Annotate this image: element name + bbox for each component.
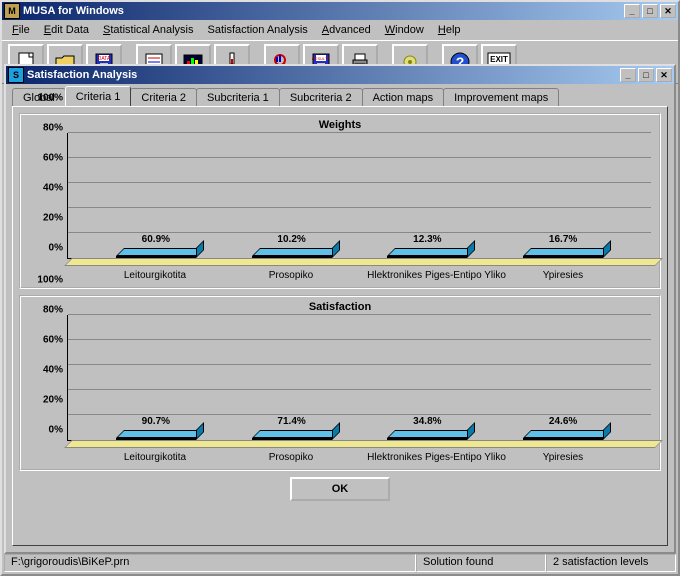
app-icon: M	[4, 3, 20, 19]
status-levels: 2 satisfaction levels	[546, 554, 676, 572]
tab-subcriteria-2[interactable]: Subcriteria 2	[279, 88, 363, 106]
satisfaction-y-axis: 0% 20% 40% 60% 80% 100%	[29, 315, 67, 465]
child-icon: S	[8, 67, 24, 83]
child-titlebar: S Satisfaction Analysis _ □ ✕	[6, 66, 674, 84]
ok-button[interactable]: OK	[290, 477, 390, 501]
x-axis-label: Leitourgikotita	[95, 270, 215, 281]
weights-y-axis: 0% 20% 40% 60% 80% 100%	[29, 133, 67, 283]
svg-text:EXIT: EXIT	[490, 55, 508, 64]
menubar: File Edit Data Statistical Analysis Sati…	[2, 20, 678, 40]
menu-window[interactable]: Window	[379, 22, 430, 38]
status-solution: Solution found	[416, 554, 546, 572]
svg-text:DATA: DATA	[98, 56, 111, 62]
bar-value-label: 10.2%	[277, 234, 305, 245]
menu-file[interactable]: File	[6, 22, 36, 38]
x-axis-label: Leitourgikotita	[95, 452, 215, 463]
bar-value-label: 90.7%	[142, 416, 170, 427]
bar: 90.7%	[96, 438, 215, 440]
child-maximize-button[interactable]: □	[638, 68, 654, 82]
weights-plot: 60.9% 10.2% 12.3% 16.7%	[67, 133, 651, 259]
x-axis-label: Prosopiko	[231, 270, 351, 281]
weights-chart-title: Weights	[29, 119, 651, 131]
tab-subcriteria-1[interactable]: Subcriteria 1	[196, 88, 280, 106]
bar-value-label: 71.4%	[277, 416, 305, 427]
window-title: MUSA for Windows	[23, 5, 124, 17]
satisfaction-chart: Satisfaction 0% 20% 40% 60% 80% 100%	[19, 295, 661, 471]
statusbar: F:\grigoroudis\BiKeP.prn Solution found …	[4, 554, 676, 572]
tab-criteria-1[interactable]: Criteria 1	[65, 86, 132, 106]
child-window: S Satisfaction Analysis _ □ ✕ Global Cri…	[4, 64, 676, 554]
menu-edit-data[interactable]: Edit Data	[38, 22, 95, 38]
status-path: F:\grigoroudis\BiKeP.prn	[4, 554, 416, 572]
tab-improvement-maps[interactable]: Improvement maps	[443, 88, 559, 106]
satisfaction-chart-title: Satisfaction	[29, 301, 651, 313]
menu-satisfaction-analysis[interactable]: Satisfaction Analysis	[202, 22, 314, 38]
x-axis-label: Ypiresies	[503, 452, 623, 463]
child-title: Satisfaction Analysis	[27, 69, 137, 81]
bar-value-label: 24.6%	[549, 416, 577, 427]
bar-value-label: 12.3%	[413, 234, 441, 245]
bar: 16.7%	[503, 256, 622, 258]
x-axis-label: Ypiresies	[503, 270, 623, 281]
svg-text:RESULTS: RESULTS	[312, 56, 330, 61]
x-axis-label: Prosopiko	[231, 452, 351, 463]
menu-advanced[interactable]: Advanced	[316, 22, 377, 38]
bar-value-label: 60.9%	[142, 234, 170, 245]
close-button[interactable]: ✕	[660, 4, 676, 18]
titlebar: M MUSA for Windows _ □ ✕	[2, 2, 678, 20]
child-minimize-button[interactable]: _	[620, 68, 636, 82]
bar: 71.4%	[232, 438, 351, 440]
satisfaction-plot: 90.7% 71.4% 34.8% 24.6%	[67, 315, 651, 441]
weights-x-labels: Leitourgikotita Prosopiko Hlektronikes Pig…	[67, 270, 651, 281]
bar: 12.3%	[368, 256, 487, 258]
weights-chart: Weights 0% 20% 40% 60% 80% 100%	[19, 113, 661, 289]
bar: 10.2%	[232, 256, 351, 258]
bar: 34.8%	[368, 438, 487, 440]
menu-statistical-analysis[interactable]: Statistical Analysis	[97, 22, 200, 38]
mdi-area: S Satisfaction Analysis _ □ ✕ Global Cri…	[4, 64, 676, 554]
maximize-button[interactable]: □	[642, 4, 658, 18]
tab-content: Weights 0% 20% 40% 60% 80% 100%	[12, 106, 668, 546]
child-close-button[interactable]: ✕	[656, 68, 672, 82]
bar: 60.9%	[96, 256, 215, 258]
tab-bar: Global Criteria 1 Criteria 2 Subcriteria…	[12, 88, 668, 106]
menu-help[interactable]: Help	[432, 22, 467, 38]
bar-value-label: 34.8%	[413, 416, 441, 427]
x-axis-label: Hlektronikes Piges-Entipo Yliko	[367, 452, 487, 463]
tab-action-maps[interactable]: Action maps	[362, 88, 445, 106]
minimize-button[interactable]: _	[624, 4, 640, 18]
bar: 24.6%	[503, 438, 622, 440]
main-window: M MUSA for Windows _ □ ✕ File Edit Data …	[0, 0, 680, 576]
x-axis-label: Hlektronikes Piges-Entipo Yliko	[367, 270, 487, 281]
bar-value-label: 16.7%	[549, 234, 577, 245]
satisfaction-x-labels: Leitourgikotita Prosopiko Hlektronikes Pig…	[67, 452, 651, 463]
tab-criteria-2[interactable]: Criteria 2	[130, 88, 197, 106]
